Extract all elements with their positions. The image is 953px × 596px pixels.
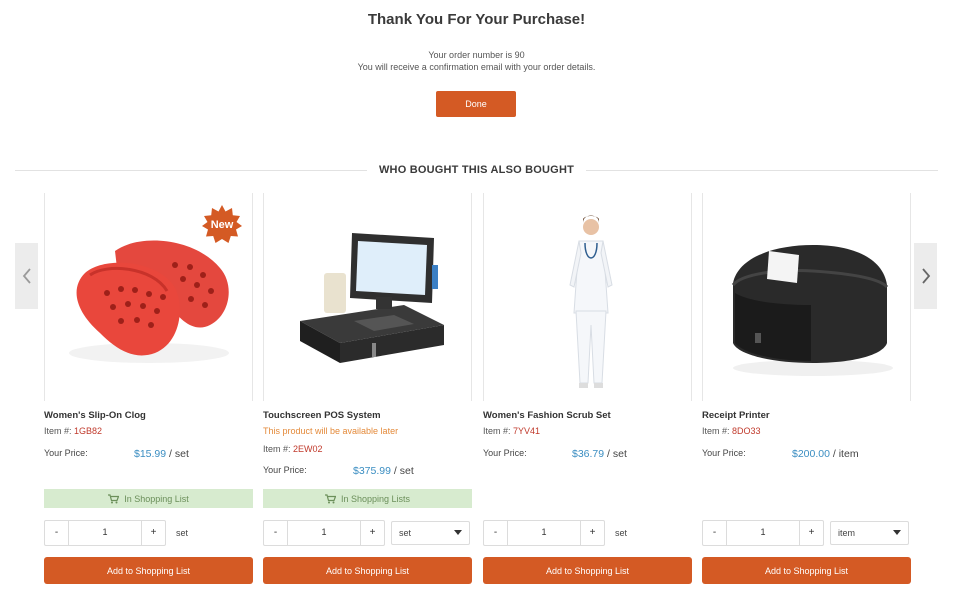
qty-increment-button[interactable]: + — [580, 520, 604, 545]
product-price: $15.99 / set — [134, 448, 189, 460]
unit-select[interactable]: set — [391, 520, 470, 545]
product-image[interactable] — [702, 193, 911, 401]
unit-select[interactable]: item — [830, 520, 909, 545]
product-name[interactable]: Touchscreen POS System — [263, 410, 381, 421]
item-number: Item #: 7YV41 — [483, 426, 541, 436]
product-card: Women's Fashion Scrub Set Item #: 7YV41 … — [483, 193, 692, 593]
qty-input[interactable] — [727, 520, 799, 543]
caret-down-icon — [893, 530, 901, 535]
caret-down-icon — [454, 530, 462, 535]
cart-icon — [324, 493, 336, 503]
price-label: Your Price: — [263, 465, 307, 475]
receipt-printer-image — [731, 245, 893, 376]
qty-decrement-button[interactable]: - — [703, 520, 727, 545]
qty-increment-button[interactable]: + — [141, 520, 165, 545]
qty-input[interactable] — [508, 520, 580, 543]
add-to-shopping-list-button[interactable]: Add to Shopping List — [702, 557, 911, 584]
qty-input[interactable] — [69, 520, 141, 543]
chevron-left-icon — [22, 268, 31, 284]
chevron-right-icon — [921, 268, 930, 284]
pos-system-image — [300, 233, 444, 363]
new-badge: New — [202, 205, 242, 245]
qty-decrement-button[interactable]: - — [45, 520, 69, 545]
price-label: Your Price: — [702, 448, 746, 458]
price-label: Your Price: — [44, 448, 88, 458]
availability-note: This product will be available later — [263, 426, 399, 436]
add-to-shopping-list-button[interactable]: Add to Shopping List — [44, 557, 253, 584]
product-image[interactable] — [263, 193, 472, 401]
quantity-stepper: - + item — [702, 519, 909, 546]
qty-increment-button[interactable]: + — [360, 520, 384, 545]
scrub-set-image — [569, 215, 613, 388]
carousel-next-button[interactable] — [914, 243, 937, 309]
product-name[interactable]: Women's Slip-On Clog — [44, 410, 146, 421]
in-shopping-list-indicator[interactable]: In Shopping Lists — [263, 489, 472, 508]
qty-increment-button[interactable]: + — [799, 520, 823, 545]
qty-decrement-button[interactable]: - — [264, 520, 288, 545]
product-name[interactable]: Receipt Printer — [702, 410, 770, 421]
product-price: $36.79 / set — [572, 448, 627, 460]
item-number: Item #: 8DO33 — [702, 426, 761, 436]
product-image[interactable] — [483, 193, 692, 401]
unit-label: set — [615, 527, 628, 538]
section-title: WHO BOUGHT THIS ALSO BOUGHT — [378, 164, 575, 176]
item-number: Item #: 2EW02 — [263, 444, 323, 454]
product-name[interactable]: Women's Fashion Scrub Set — [483, 410, 611, 421]
quantity-stepper: - + set — [44, 519, 189, 546]
product-price: $200.00 / item — [792, 448, 859, 460]
add-to-shopping-list-button[interactable]: Add to Shopping List — [263, 557, 472, 584]
qty-input[interactable] — [288, 520, 360, 543]
product-card: Receipt Printer Item #: 8DO33 Your Price… — [702, 193, 911, 593]
product-card: New Women's Slip-On Clog Item #: 1GB82 Y… — [44, 193, 253, 593]
qty-decrement-button[interactable]: - — [484, 520, 508, 545]
product-price: $375.99 / set — [353, 465, 414, 477]
order-number-text: Your order number is 90 — [428, 50, 525, 60]
quantity-stepper: - + set — [263, 519, 470, 546]
in-shopping-list-indicator[interactable]: In Shopping List — [44, 489, 253, 508]
page-title: Thank You For Your Purchase! — [367, 11, 586, 28]
product-image[interactable]: New — [44, 193, 253, 401]
product-card: Touchscreen POS System This product will… — [263, 193, 472, 593]
unit-label: set — [176, 527, 189, 538]
done-button[interactable]: Done — [436, 91, 516, 117]
cart-icon — [108, 493, 120, 503]
add-to-shopping-list-button[interactable]: Add to Shopping List — [483, 557, 692, 584]
price-label: Your Price: — [483, 448, 527, 458]
confirmation-email-text: You will receive a confirmation email wi… — [357, 62, 596, 72]
quantity-stepper: - + set — [483, 519, 628, 546]
item-number: Item #: 1GB82 — [44, 426, 103, 436]
carousel-prev-button[interactable] — [15, 243, 38, 309]
